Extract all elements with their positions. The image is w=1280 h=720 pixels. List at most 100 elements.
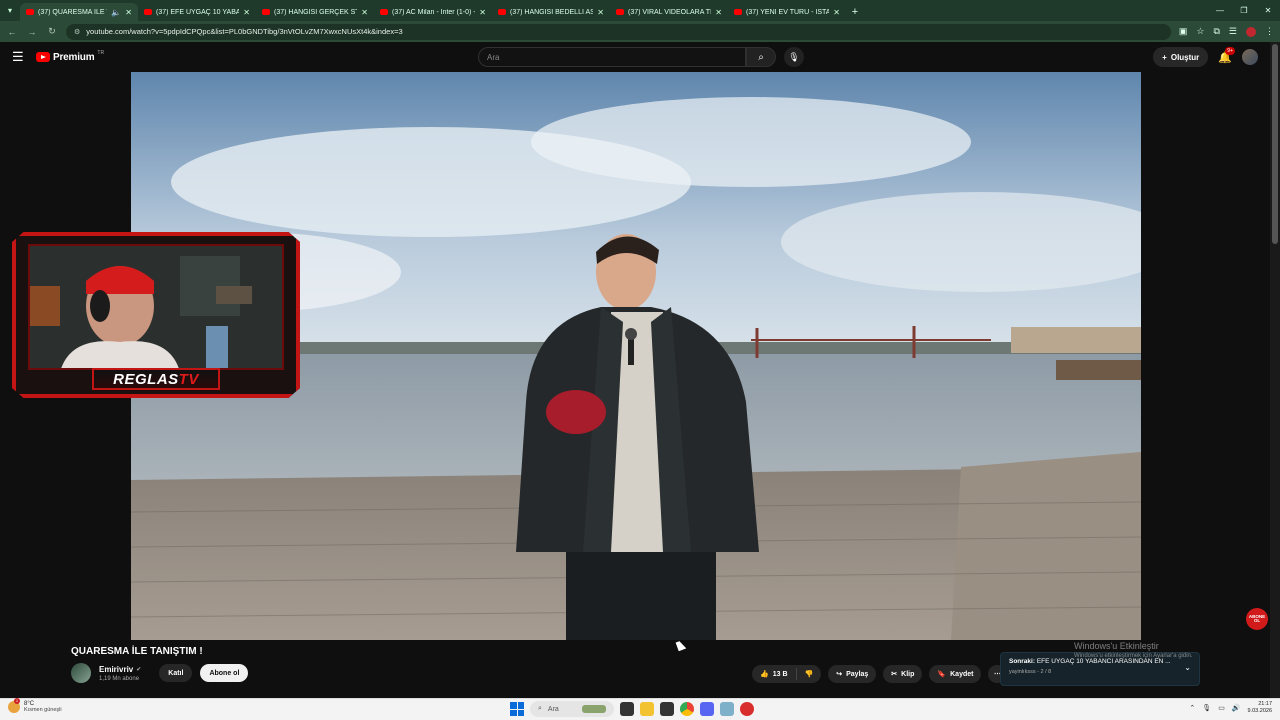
youtube-header: ☰ Premium TR Ara ⌕ 🎙 + Oluştur 🔔 9+ [0,42,1270,72]
youtube-logo[interactable]: Premium TR [36,50,104,63]
chevron-down-icon[interactable]: ⌄ [1184,663,1191,672]
channel-name[interactable]: Emirivriv [99,665,133,674]
browser-tab[interactable]: (37) EFE UYGAÇ 10 YABANCI AI ✕ [138,3,256,21]
account-avatar[interactable] [1242,49,1258,65]
tab-close-icon[interactable]: ✕ [125,8,132,17]
cast-icon[interactable]: ▣ [1179,26,1188,37]
create-button[interactable]: + Oluştur [1153,47,1209,67]
new-tab-button[interactable]: + [846,3,864,21]
bookmark-star-icon[interactable]: ☆ [1196,26,1204,37]
voice-search-button[interactable]: 🎙 [784,47,804,67]
taskbar-search[interactable]: ⌕ Ara [530,701,614,717]
scroll-thumb[interactable] [1272,44,1278,244]
like-dislike-group: 👍 13 B 👎 [752,665,822,683]
task-view-icon[interactable] [620,702,634,716]
discord-icon[interactable] [700,702,714,716]
logo-text: Premium [53,51,95,63]
tab-close-icon[interactable]: ✕ [479,8,486,17]
scissors-icon: ✂ [891,671,898,678]
tab-close-icon[interactable]: ✕ [833,8,840,17]
profile-icon[interactable] [1246,26,1256,37]
browser-tab[interactable]: (37) VİRAL VİDEOLARA TEPKİ ✕ [610,3,728,21]
subscribe-button[interactable]: Abone ol [200,664,249,682]
browser-tab[interactable]: (37) AC Milan - Inter (1-0) - Ma ✕ [374,3,492,21]
tab-close-icon[interactable]: ✕ [715,8,722,17]
share-button[interactable]: ↪ Paylaş [828,665,877,683]
settings-app-icon[interactable] [720,702,734,716]
extensions-icon[interactable]: ⧉ [1213,26,1219,37]
weather-widget[interactable]: 1 8°C Kısmen güneşli [8,698,62,713]
chrome-menu-icon[interactable]: ⋮ [1265,26,1274,37]
clock-time: 21:17 [1258,701,1272,707]
video-actions: 👍 13 B 👎 ↪ Paylaş ✂ Klip 🔖 Kaydet ⋯ [752,665,1007,683]
store-icon[interactable] [660,702,674,716]
search-input[interactable]: Ara [478,47,746,67]
tab-close-icon[interactable]: ✕ [597,8,604,17]
site-info-icon[interactable]: ⚙ [74,28,80,36]
logo-tv: TV [178,370,199,388]
windows-start-icon[interactable] [510,702,524,716]
clip-button[interactable]: ✂ Klip [883,665,923,683]
next-playlist: yayinlıksss - 2 / 8 [1009,669,1052,675]
file-explorer-icon[interactable] [640,702,654,716]
channel-info: Emirivriv ✔ 1,19 Mn abone [99,665,141,682]
clock-date: 9.03.2026 [1247,708,1272,715]
forward-icon[interactable]: → [26,27,38,37]
chrome-icon[interactable] [680,702,694,716]
watermark-title: Windows'u Etkinleştir [1074,641,1159,651]
channel-avatar[interactable] [71,663,91,683]
window-close-icon[interactable]: ✕ [1256,6,1280,15]
back-icon[interactable]: ← [6,27,18,37]
notification-badge: 9+ [1225,46,1235,55]
share-label: Paylaş [846,670,869,678]
browser-tab-strip: ▾ (37) QUARESMA İLE TANIŞ 🔈 ✕ (37) EFE U… [0,0,1280,21]
minimize-icon[interactable]: — [1208,6,1232,15]
save-button[interactable]: 🔖 Kaydet [929,665,982,683]
address-bar[interactable]: ⚙ youtube.com/watch?v=5pdpIdCPQpc&list=P… [66,23,1171,40]
tab-close-icon[interactable]: ✕ [243,8,250,17]
next-prefix: Sonraki: [1009,658,1036,665]
network-icon[interactable]: ▭ [1218,704,1225,712]
clock[interactable]: 21:17 9.03.2026 [1248,701,1272,715]
chevron-up-icon[interactable]: ⌃ [1189,704,1195,712]
system-tray: ⌃ 🎙 ▭ 🔊 21:17 9.03.2026 [1189,701,1272,715]
search-icon: ⌕ [538,705,542,712]
next-title: EFE UYGAÇ 10 YABANCI ARASINDAN EN ... [1036,658,1171,665]
tab-title: (37) HANGİSİ BEDELLİ ASKER D [510,8,594,16]
speaker-icon[interactable]: 🔈 [111,8,121,17]
create-label: Oluştur [1170,52,1200,62]
recording-app-icon[interactable] [740,702,754,716]
thumbs-down-icon: 👎 [804,671,814,678]
youtube-favicon-icon [262,9,270,15]
page-scrollbar[interactable] [1270,42,1280,698]
reload-icon[interactable]: ↻ [46,26,58,37]
join-button[interactable]: Katıl [159,664,193,682]
windows-activation-watermark: Windows'u Etkinleştir Windows'u etkinleş… [1074,641,1193,659]
window-controls: — ❐ ✕ [1208,0,1280,21]
like-button[interactable]: 👍 13 B [752,665,796,683]
tab-title: (37) AC Milan - Inter (1-0) - Ma [392,8,475,16]
verified-icon: ✔ [136,666,142,673]
microphone-icon: 🎙 [788,51,800,62]
restore-icon[interactable]: ❐ [1232,6,1256,15]
tab-title: (37) QUARESMA İLE TANIŞ [38,8,107,16]
browser-tab[interactable]: (37) HANGİSİ GERÇEK STAND-I ✕ [256,3,374,21]
browser-tab[interactable]: (37) YENİ EV TURU - İSTANBUL ✕ [728,3,846,21]
microphone-icon[interactable]: 🎙 [1202,704,1211,712]
search-highlight-icon [582,705,606,713]
subscribe-watermark-badge[interactable]: ABONE OL [1246,608,1268,630]
volume-icon[interactable]: 🔊 [1232,704,1241,712]
browser-tab[interactable]: (37) HANGİSİ BEDELLİ ASKER D ✕ [492,3,610,21]
tab-search-icon[interactable]: ▾ [0,0,20,21]
dislike-button[interactable]: 👎 [797,665,822,683]
video-title: QUARESMA İLE TANIŞTIM ! [71,646,203,657]
plus-icon: + [1162,52,1167,62]
tab-close-icon[interactable]: ✕ [361,8,368,17]
browser-tab[interactable]: (37) QUARESMA İLE TANIŞ 🔈 ✕ [20,3,138,21]
notifications-button[interactable]: 🔔 9+ [1218,46,1235,64]
search-button[interactable]: ⌕ [746,47,776,67]
save-label: Kaydet [950,670,974,678]
taskbar-apps: ⌕ Ara [510,701,754,717]
menu-icon[interactable]: ☰ [12,49,34,65]
reading-list-icon[interactable]: ☰ [1229,26,1237,37]
